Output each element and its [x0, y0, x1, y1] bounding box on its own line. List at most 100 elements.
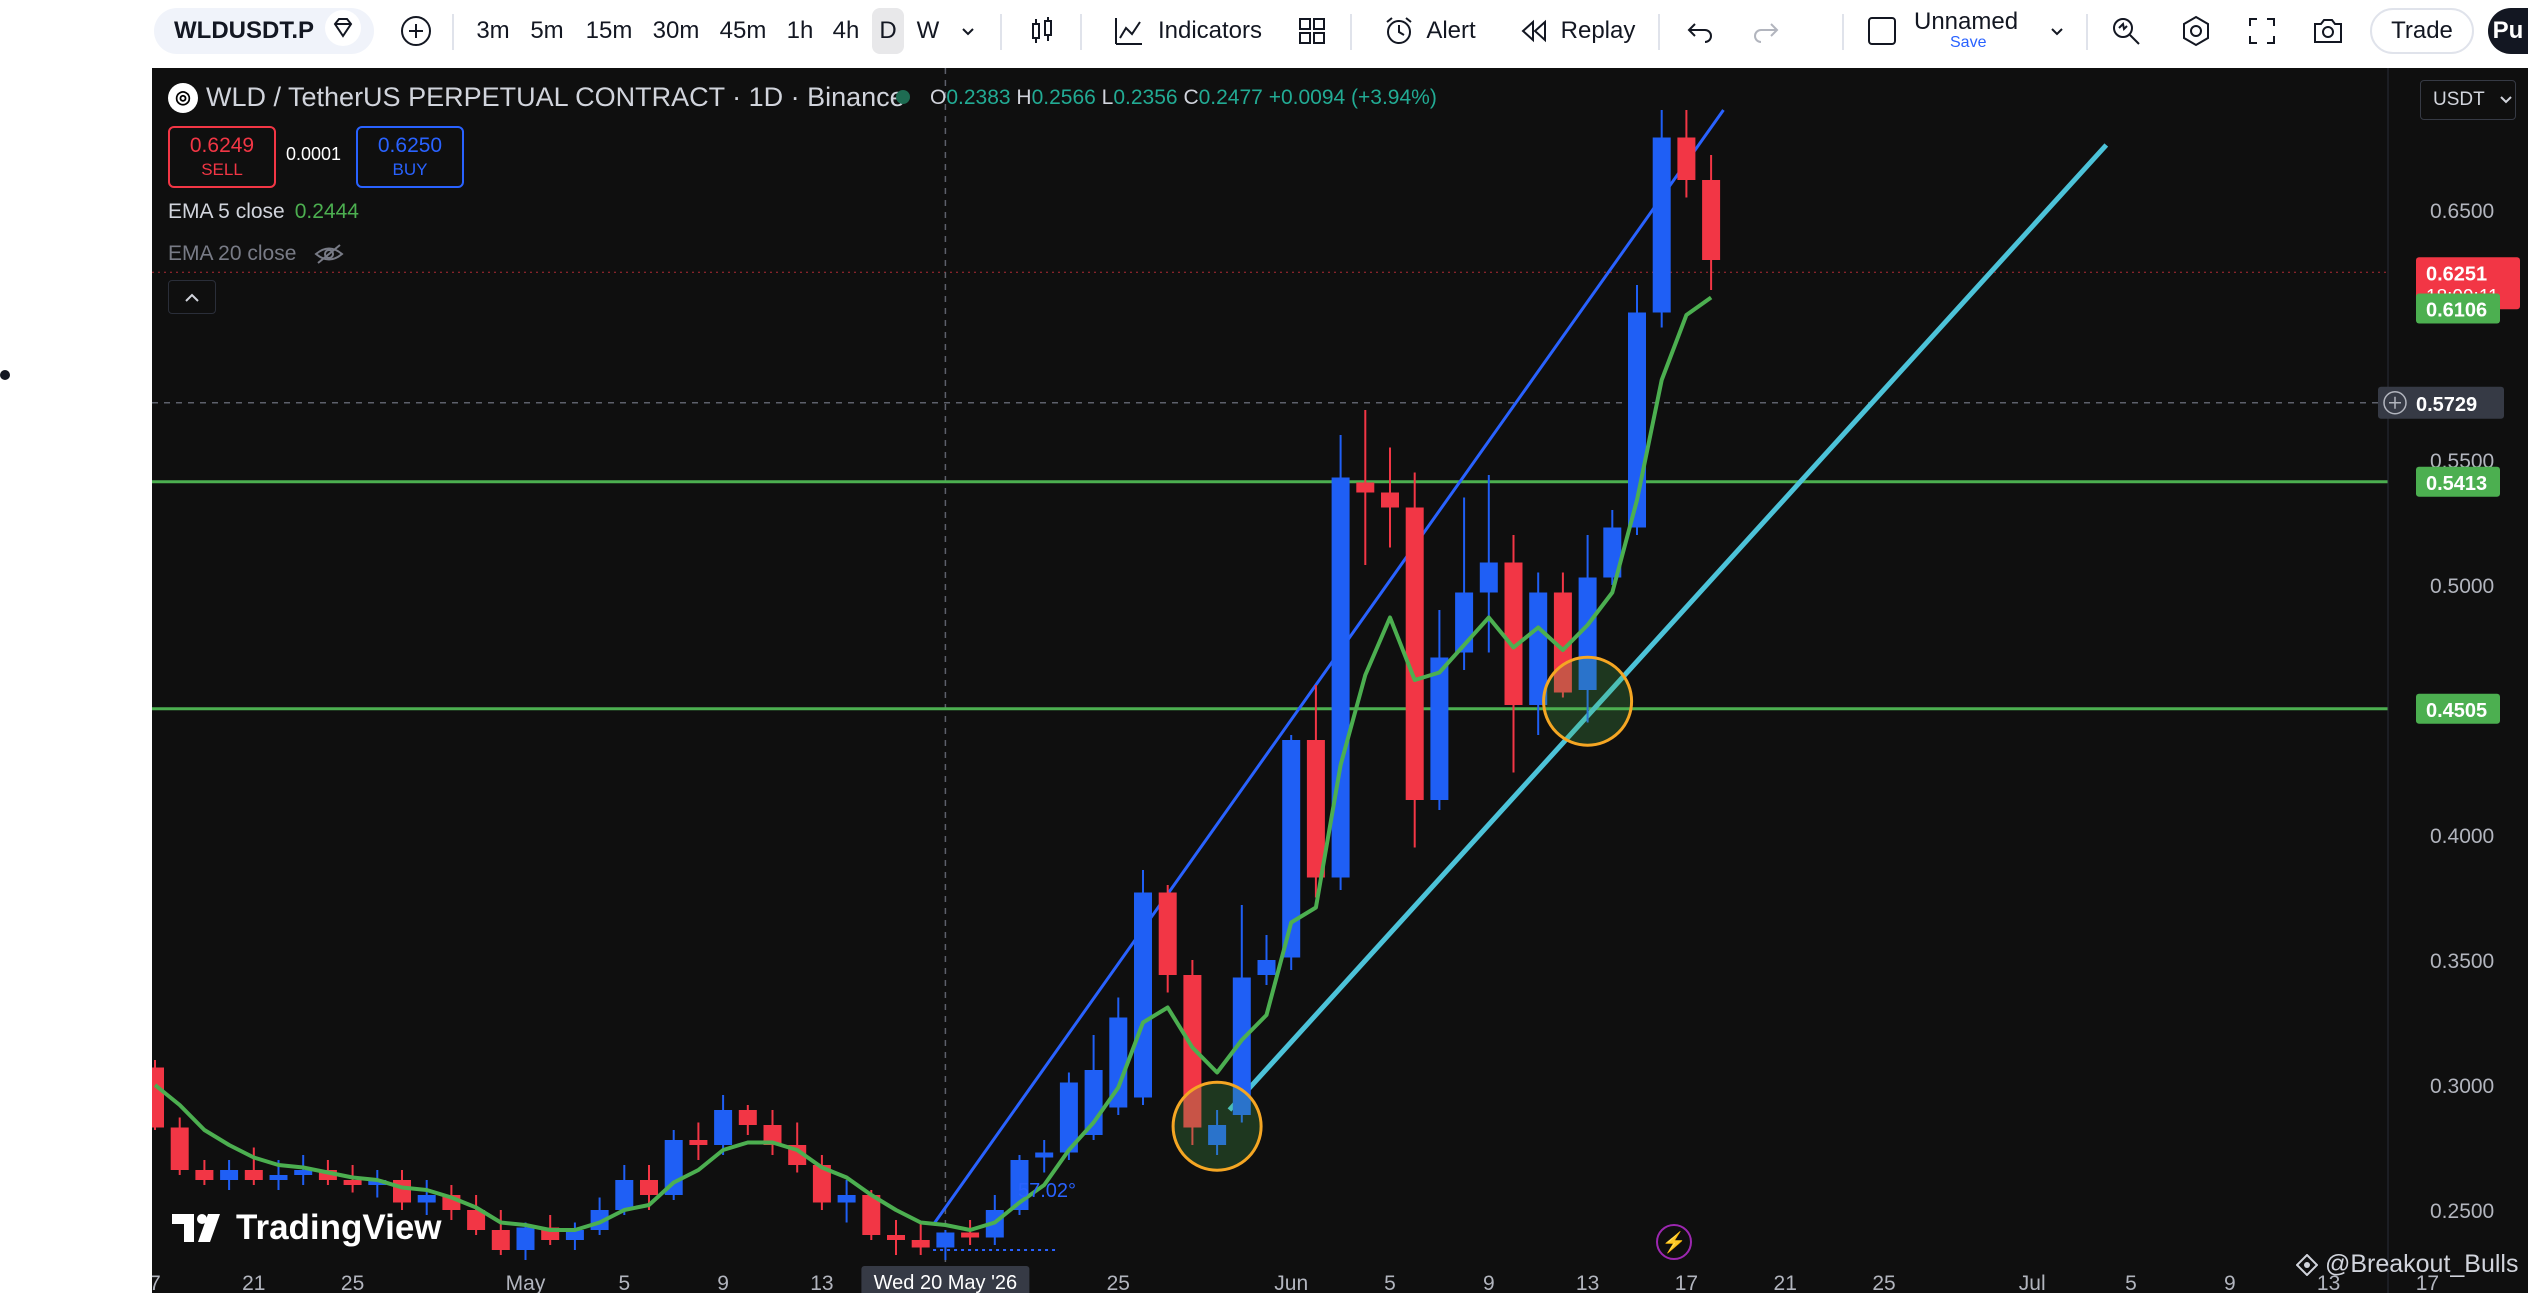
- candle-body: [269, 1175, 288, 1180]
- timeframe-d[interactable]: D: [872, 8, 904, 54]
- candle-body: [417, 1195, 436, 1203]
- candle-body: [689, 1140, 708, 1145]
- timeframe-4h[interactable]: 4h: [826, 8, 866, 54]
- candle-body: [738, 1110, 757, 1125]
- candle-body: [1158, 892, 1177, 975]
- settings-icon[interactable]: [2174, 8, 2218, 54]
- angle-label: 57.02°: [1018, 1180, 1077, 1202]
- x-tick-label: 9: [2224, 1272, 2236, 1293]
- candle-body: [516, 1227, 535, 1250]
- candle-body: [491, 1230, 510, 1250]
- layout-name: Unnamed: [1914, 8, 2019, 35]
- ohlc-open: 0.2383: [946, 86, 1011, 109]
- candle-body: [1479, 562, 1498, 593]
- layout-square-icon[interactable]: [1862, 8, 1902, 54]
- candle-body: [152, 1067, 164, 1128]
- candle-body: [887, 1235, 905, 1240]
- timeframe-5m[interactable]: 5m: [524, 8, 570, 54]
- timeframe-30m[interactable]: 30m: [646, 8, 706, 54]
- legend-title-row: ◎ WLD / TetherUS PERPETUAL CONTRACT · 1D…: [168, 82, 905, 113]
- chevron-down-icon: [2500, 96, 2512, 104]
- undo-icon[interactable]: [1678, 8, 1722, 54]
- quick-search-icon[interactable]: [2104, 8, 2148, 54]
- ohlc-low: 0.2356: [1113, 86, 1178, 109]
- candle-body: [1504, 562, 1523, 705]
- y-tick-label: 0.4000: [2430, 825, 2494, 848]
- candle-body: [1381, 492, 1399, 508]
- toolbar-divider: [452, 14, 454, 50]
- add-symbol-icon[interactable]: [396, 8, 436, 54]
- price-chart[interactable]: 0.25000.30000.35000.40000.45000.50000.55…: [152, 68, 2528, 1293]
- fullscreen-icon[interactable]: [2240, 8, 2284, 54]
- currency-select[interactable]: USDT: [2420, 80, 2516, 120]
- tradingview-logo[interactable]: TradingView: [172, 1208, 442, 1248]
- x-tick-label: 7: [152, 1272, 161, 1293]
- x-tick-label: 21: [1774, 1272, 1797, 1293]
- trade-button[interactable]: Trade: [2370, 8, 2474, 54]
- highlight-circle: [1542, 655, 1634, 747]
- buy-button[interactable]: 0.6250 BUY: [356, 126, 464, 188]
- legend-title[interactable]: WLD / TetherUS PERPETUAL CONTRACT · 1D ·…: [206, 82, 905, 113]
- candle-body: [1677, 137, 1696, 180]
- toolbar-divider: [1080, 14, 1082, 50]
- currency-value: USDT: [2433, 89, 2485, 110]
- timeframe-w[interactable]: W: [910, 8, 946, 54]
- candle-body: [1430, 657, 1449, 800]
- timeframe-1h[interactable]: 1h: [780, 8, 820, 54]
- chevron-down-icon[interactable]: [952, 8, 984, 54]
- x-tick-label: 25: [341, 1272, 364, 1293]
- rewind-icon: [1521, 19, 1546, 43]
- timeframe-45m[interactable]: 45m: [714, 8, 772, 54]
- replay-label: Replay: [1560, 17, 1636, 44]
- alarm-clock-icon: [1386, 17, 1412, 44]
- indicators-icon: [1114, 18, 1142, 45]
- eye-hidden-icon[interactable]: [314, 243, 344, 265]
- x-tick-label: 25: [1872, 1272, 1895, 1293]
- replay-button[interactable]: Replay: [1512, 8, 1640, 54]
- collapse-legend-button[interactable]: [168, 280, 216, 314]
- chevron-down-icon[interactable]: [2042, 8, 2072, 54]
- ema5-legend[interactable]: EMA 5 close 0.2444: [168, 200, 359, 224]
- level-price-badge: 0.4505: [2426, 700, 2487, 722]
- x-tick-label: 9: [717, 1272, 729, 1293]
- y-tick-label: 0.3000: [2430, 1075, 2494, 1098]
- candle-body: [1134, 892, 1152, 1098]
- templates-icon[interactable]: [1290, 8, 1334, 54]
- y-tick-label: 0.3500: [2430, 950, 2494, 973]
- sell-button[interactable]: 0.6249 SELL: [168, 126, 276, 188]
- level-price-badge: 0.5413: [2426, 473, 2487, 495]
- crosshair-price: 0.5729: [2416, 394, 2477, 416]
- x-tick-label: May: [506, 1272, 546, 1293]
- timeframe-15m[interactable]: 15m: [580, 8, 638, 54]
- watermark-text: TradingView: [236, 1208, 442, 1247]
- candles-icon[interactable]: [1020, 8, 1064, 54]
- indicators-button[interactable]: Indicators: [1098, 8, 1276, 54]
- x-tick-label: Jun: [1274, 1272, 1308, 1293]
- candle-body: [1331, 477, 1350, 878]
- chevron-up-icon: [185, 293, 199, 302]
- chart-area[interactable]: 0.25000.30000.35000.40000.45000.50000.55…: [152, 68, 2528, 1293]
- publish-button[interactable]: Pu: [2488, 8, 2528, 54]
- symbol-name: WLDUSDT.P: [174, 17, 314, 44]
- sell-label: SELL: [201, 160, 243, 179]
- candle-body: [1257, 960, 1276, 975]
- tradingview-logo-icon: [172, 1214, 220, 1242]
- redo-icon[interactable]: [1744, 8, 1788, 54]
- page-bullet: [0, 370, 10, 380]
- ema20-legend[interactable]: EMA 20 close: [168, 242, 344, 266]
- publish-label: Pu: [2492, 17, 2524, 44]
- diamond-icon[interactable]: [325, 10, 361, 46]
- lightning-icon[interactable]: ⚡: [1656, 1224, 1692, 1260]
- crosshair-date: Wed 20 May '26: [874, 1272, 1018, 1293]
- candle-body: [714, 1110, 733, 1145]
- x-tick-label: 9: [1483, 1272, 1495, 1293]
- candle-body: [195, 1170, 214, 1180]
- alert-button[interactable]: Alert: [1370, 8, 1488, 54]
- save-label[interactable]: Save: [1950, 34, 1986, 52]
- ohlc-values: O0.2383 H0.2566 L0.2356 C0.2477 +0.0094 …: [930, 86, 1437, 110]
- candle-body: [837, 1195, 856, 1203]
- timeframe-3m[interactable]: 3m: [470, 8, 516, 54]
- trade-label: Trade: [2391, 17, 2453, 44]
- camera-icon[interactable]: [2306, 8, 2350, 54]
- candle-body: [961, 1232, 980, 1238]
